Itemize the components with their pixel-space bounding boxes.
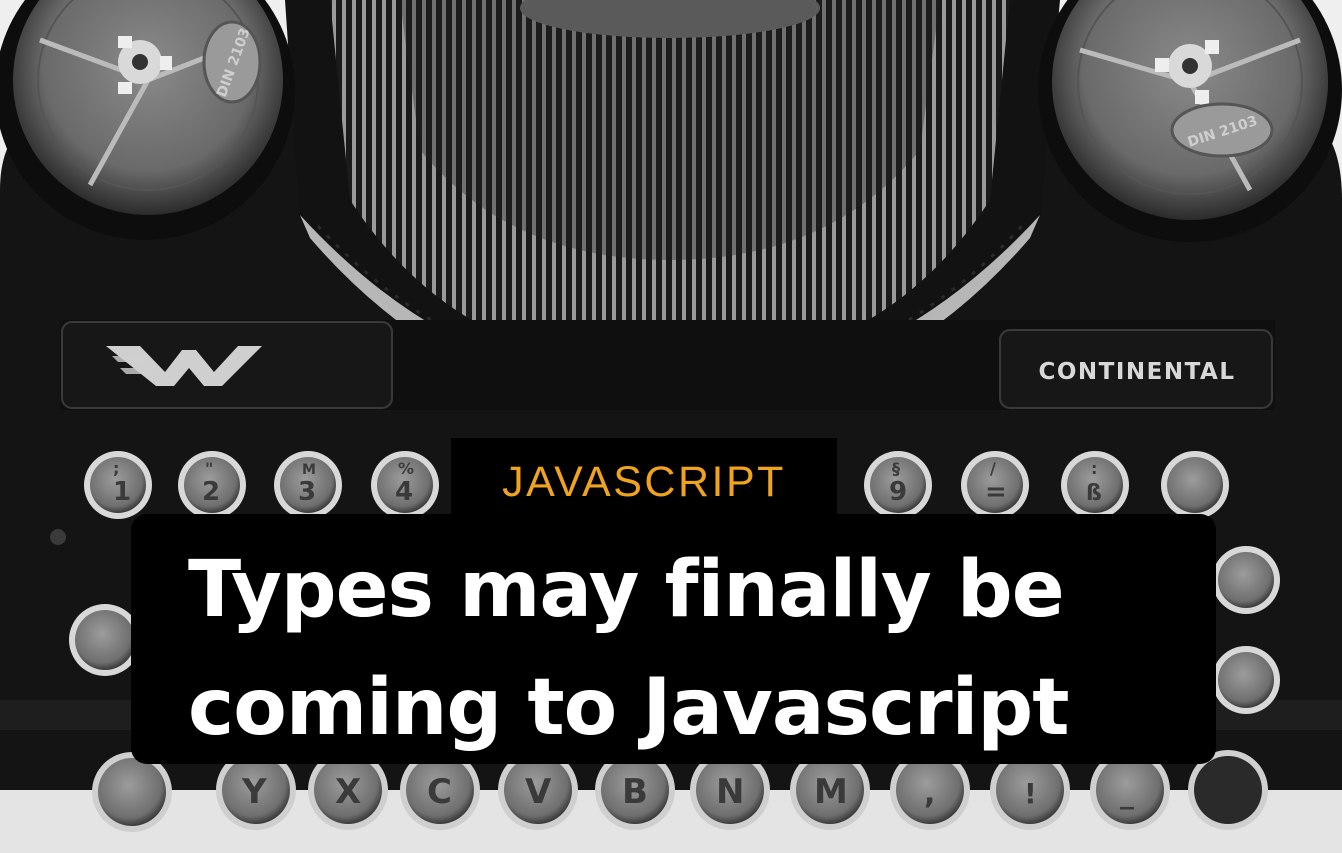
key-glyph-section: §	[892, 459, 900, 478]
key-label-2: 2	[202, 477, 220, 507]
key-label-n: N	[716, 772, 744, 812]
key-label-y: Y	[241, 772, 267, 812]
category-label: JAVASCRIPT	[451, 438, 837, 526]
key-glyph-quote: "	[205, 459, 213, 478]
brand-nameplate: CONTINENTAL	[1038, 359, 1236, 385]
key-glyph-colon: :	[1091, 459, 1097, 478]
key-label-underscore: _	[1120, 777, 1134, 810]
key-glyph-slash: /	[990, 459, 996, 478]
key-label-9: 9	[889, 477, 907, 507]
headline-line-1: Types may finally be	[188, 545, 1065, 635]
headline-line-2: coming to Javascript	[188, 663, 1070, 753]
key-label-comma: ,	[924, 776, 935, 811]
hero-image: DIN 2103 DIN 2103 1 2 3 4 9 = ß ; " M % …	[0, 0, 1342, 853]
key-label-equals: =	[985, 477, 1007, 507]
key-label-exclaim: !	[1024, 777, 1037, 810]
key-label-m: M	[814, 772, 848, 812]
key-label-3: 3	[298, 477, 316, 507]
key-label-x: X	[335, 772, 361, 812]
key-glyph-semicolon: ;	[113, 459, 119, 478]
key-label-c: C	[427, 772, 452, 812]
key-label-b: B	[622, 772, 648, 812]
key-glyph-m: M	[302, 462, 316, 478]
key-label-v: V	[525, 772, 552, 812]
key-label-1: 1	[113, 477, 131, 507]
key-label-eszett: ß	[1086, 481, 1102, 506]
key-glyph-percent: %	[398, 459, 414, 478]
key-label-4: 4	[395, 477, 413, 507]
